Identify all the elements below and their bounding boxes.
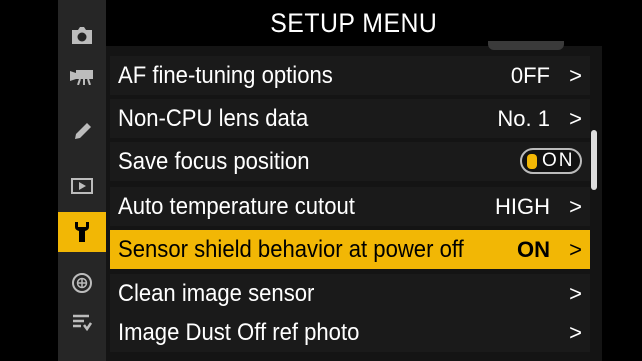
menu-item-value: No. 1	[497, 106, 550, 131]
menu-item-auto-temperature-cutout[interactable]: Auto temperature cutout HIGH >	[110, 187, 590, 226]
network-icon	[72, 273, 92, 293]
chevron-right-icon: >	[569, 237, 582, 262]
menu-item-af-fine-tuning[interactable]: AF fine-tuning options 0FF >	[110, 56, 590, 95]
camera-screen: SETUP MENU AF fine-tuning options 0FF > …	[58, 0, 602, 361]
chevron-right-icon: >	[569, 320, 582, 345]
chevron-right-icon: >	[569, 63, 582, 88]
previous-item-edge	[488, 41, 564, 50]
tab-playback[interactable]	[58, 166, 106, 206]
playback-icon	[71, 178, 93, 194]
pencil-icon	[75, 123, 91, 139]
tab-network[interactable]	[58, 263, 106, 303]
menu-item-label: Save focus position	[118, 148, 310, 175]
menu-item-value: 0FF	[510, 63, 550, 88]
camera-icon	[72, 27, 92, 44]
scrollbar[interactable]	[591, 130, 597, 190]
movie-camera-icon	[70, 70, 93, 85]
chevron-right-icon: >	[569, 281, 582, 306]
menu-item-label: Sensor shield behavior at power off	[118, 236, 464, 263]
tab-movie-shooting[interactable]	[58, 56, 106, 96]
on-off-toggle[interactable]: ON	[520, 148, 582, 174]
menu-item-image-dust-off[interactable]: Image Dust Off ref photo >	[110, 313, 590, 352]
menu-item-value: ON	[517, 237, 550, 262]
chevron-right-icon: >	[569, 106, 582, 131]
tab-my-menu[interactable]	[58, 302, 106, 342]
menu-item-label: AF fine-tuning options	[118, 62, 333, 89]
toggle-knob	[527, 154, 537, 169]
menu-item-sensor-shield-behavior[interactable]: Sensor shield behavior at power off ON >	[110, 230, 590, 269]
tab-setup[interactable]	[58, 212, 106, 252]
menu-item-label: Image Dust Off ref photo	[118, 319, 360, 346]
my-menu-icon	[73, 314, 92, 331]
menu-item-value: HIGH	[495, 194, 550, 219]
toggle-state: ON	[542, 150, 575, 171]
menu-item-label: Clean image sensor	[118, 280, 315, 307]
menu-item-label: Auto temperature cutout	[118, 193, 355, 220]
menu-item-clean-image-sensor[interactable]: Clean image sensor >	[110, 274, 590, 313]
menu-sidebar	[58, 0, 106, 361]
menu-item-label: Non-CPU lens data	[118, 105, 309, 132]
menu-item-non-cpu-lens-data[interactable]: Non-CPU lens data No. 1 >	[110, 99, 590, 138]
page-title: SETUP MENU	[270, 7, 438, 38]
chevron-right-icon: >	[569, 194, 582, 219]
menu-item-save-focus-position[interactable]: Save focus position ON	[110, 142, 590, 181]
tab-photo-shooting[interactable]	[58, 16, 106, 56]
tab-custom-settings[interactable]	[58, 112, 106, 152]
menu-header: SETUP MENU	[106, 0, 602, 46]
wrench-icon	[75, 222, 89, 242]
